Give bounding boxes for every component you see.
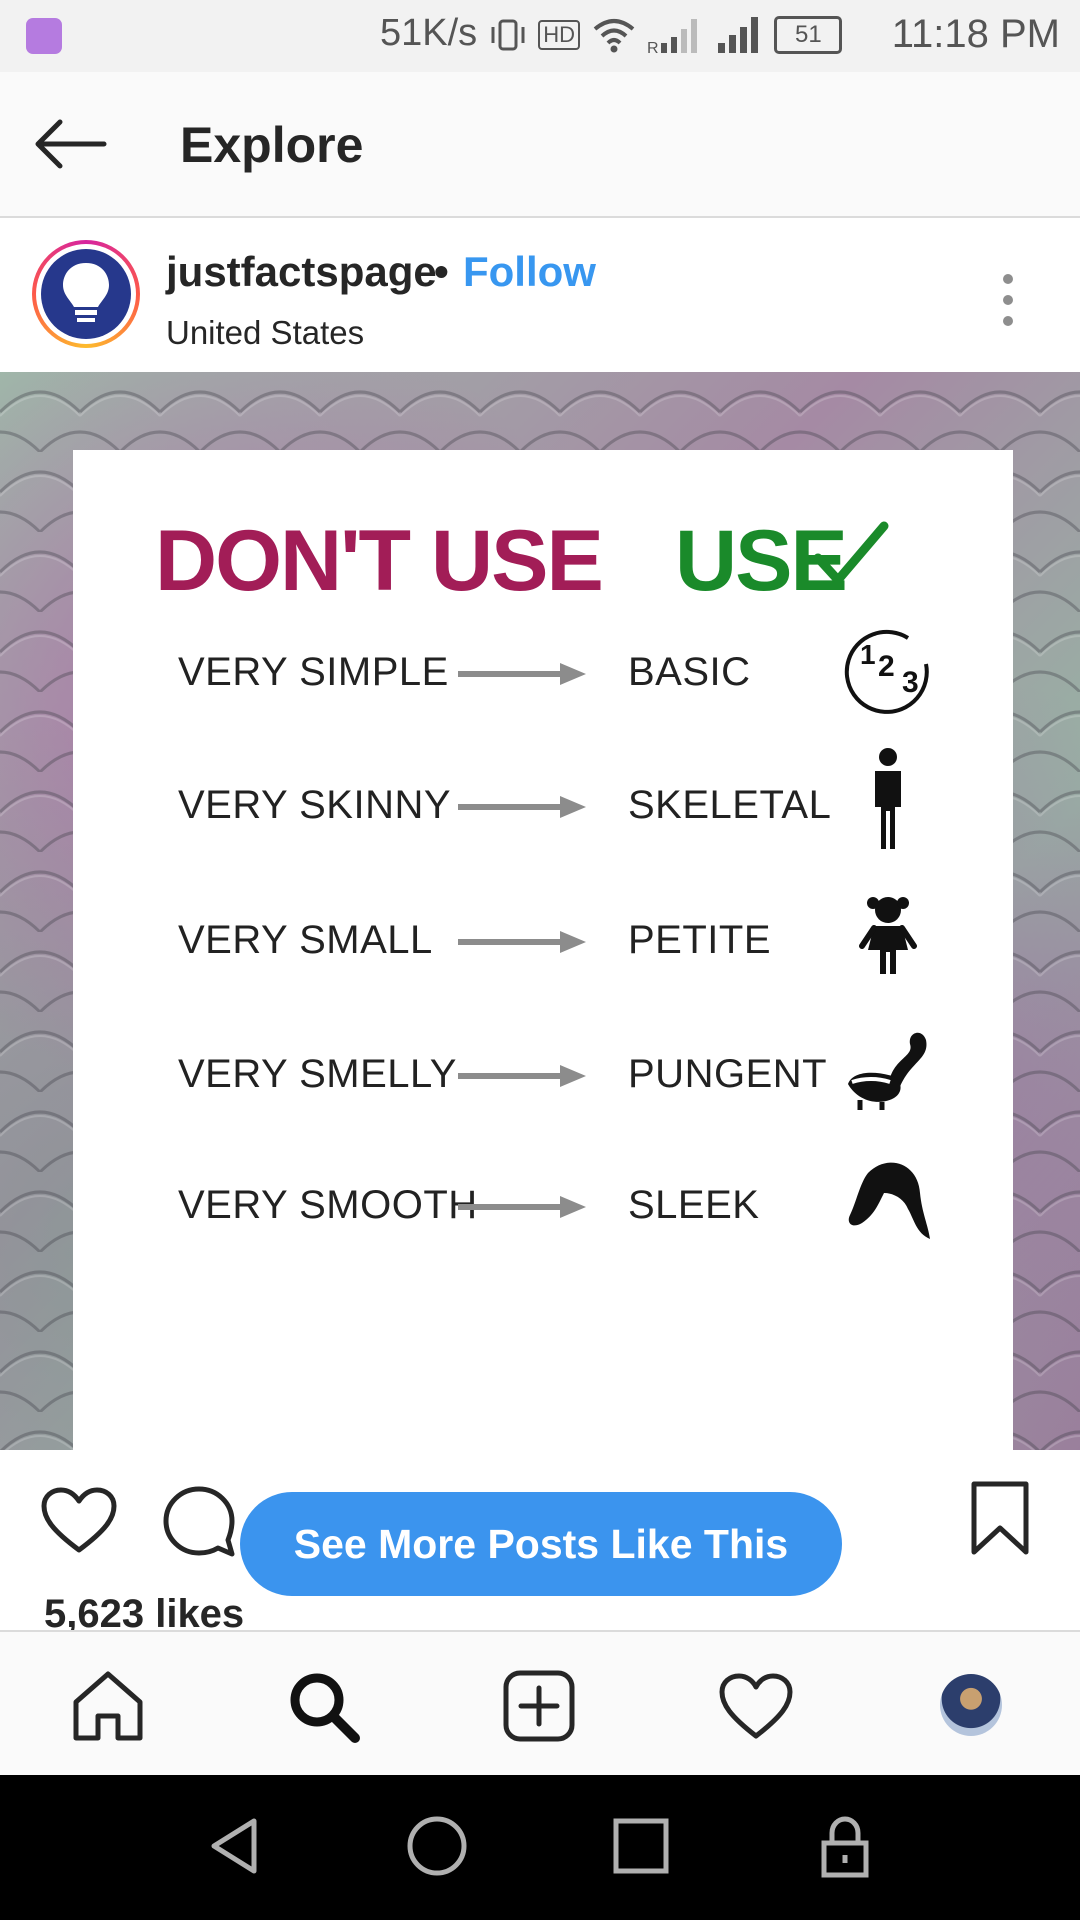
gallery-notification-icon (26, 18, 62, 54)
battery-icon: 51 (774, 15, 843, 54)
separator-dot: • (434, 248, 449, 295)
back-triangle-icon[interactable] (202, 1813, 268, 1879)
hd-badge: HD (538, 19, 581, 50)
dont-word: VERY SIMPLE (178, 650, 449, 694)
home-icon[interactable] (70, 1668, 146, 1744)
word-row: VERY SMOOTH SLEEK (73, 1153, 1013, 1253)
post-header: justfactspage • Follow United States (0, 218, 1080, 372)
like-heart-icon[interactable] (40, 1486, 118, 1556)
system-navigation-bar (0, 1775, 1080, 1920)
infographic-card: DON'T USE USE VERY SIMPLE BASIC 1 2 3 VE… (73, 450, 1013, 1450)
network-speed: 51K/s (380, 12, 478, 54)
add-post-icon[interactable] (501, 1668, 577, 1744)
post-image[interactable]: DON'T USE USE VERY SIMPLE BASIC 1 2 3 VE… (0, 372, 1080, 1450)
dot-2 (1003, 295, 1013, 305)
dont-word: VERY SMELLY (178, 1052, 457, 1096)
word-row: VERY SIMPLE BASIC 1 2 3 (73, 620, 1013, 720)
bookmark-icon[interactable] (968, 1480, 1032, 1556)
word-row: VERY SMELLY PUNGENT (73, 1022, 1013, 1122)
status-bar: 51K/s HD R 51 11:18 PM (0, 0, 1080, 72)
svg-text:3: 3 (902, 666, 919, 699)
header-bar: Explore (0, 72, 1080, 218)
dot-3 (1003, 316, 1013, 326)
word-row: VERY SMALL PETITE (73, 888, 1013, 988)
dont-use-heading: DON'T USE (155, 513, 604, 609)
skunk-icon (848, 1032, 927, 1110)
avatar-border (36, 244, 136, 344)
girl-icon (859, 897, 917, 974)
arrow-right-icon (458, 1065, 586, 1087)
dont-word: VERY SMOOTH (178, 1183, 478, 1227)
lightbulb-icon (63, 263, 109, 322)
recents-square-icon[interactable] (608, 1813, 674, 1879)
status-indicators: 51K/s HD R 51 (380, 12, 843, 55)
post-location[interactable]: United States (166, 314, 364, 352)
account-avatar[interactable] (32, 240, 140, 348)
signal-icon (717, 16, 758, 53)
arrow-right-icon (458, 931, 586, 953)
use-word: PUNGENT (628, 1052, 828, 1096)
lock-icon[interactable] (812, 1813, 878, 1879)
follow-button[interactable]: Follow (463, 248, 596, 296)
use-word: BASIC (628, 650, 751, 694)
page-title: Explore (180, 117, 364, 173)
back-arrow-icon[interactable] (30, 114, 110, 174)
svg-text:2: 2 (878, 650, 895, 683)
arrow-right-icon (458, 663, 586, 685)
use-word: SLEEK (628, 1183, 760, 1227)
arrow-right-icon (458, 1196, 586, 1218)
person-icon (875, 748, 901, 849)
signal-roaming-icon: R (647, 18, 698, 55)
numbers-123-icon: 1 2 3 (844, 629, 929, 714)
home-circle-icon[interactable] (404, 1813, 470, 1879)
dont-word: VERY SKINNY (178, 783, 452, 827)
dot-1 (1003, 274, 1013, 284)
see-more-posts-button[interactable]: See More Posts Like This (240, 1492, 842, 1596)
svg-text:R: R (647, 40, 659, 55)
profile-avatar[interactable] (940, 1674, 1002, 1736)
word-row: VERY SKINNY SKELETAL (73, 748, 1013, 853)
comment-icon[interactable] (162, 1484, 236, 1558)
hair-icon (848, 1162, 930, 1239)
wifi-icon (593, 18, 634, 53)
use-word: PETITE (628, 918, 772, 962)
checkmark-icon (813, 521, 889, 585)
activity-heart-icon[interactable] (718, 1668, 794, 1744)
post-username[interactable]: justfactspage (166, 248, 437, 296)
search-icon[interactable] (285, 1668, 361, 1744)
arrow-right-icon (458, 796, 586, 818)
status-clock: 11:18 PM (891, 12, 1060, 56)
post-action-bar: See More Posts Like This 5,623 likes (0, 1450, 1080, 1636)
bottom-navigation (0, 1630, 1080, 1777)
more-options-icon[interactable] (995, 270, 1021, 330)
svg-text:1: 1 (860, 639, 876, 670)
battery-level: 51 (794, 20, 822, 48)
use-word: SKELETAL (628, 783, 832, 827)
dont-word: VERY SMALL (178, 918, 433, 962)
avatar-image (41, 249, 131, 339)
vibrate-icon (491, 19, 525, 51)
